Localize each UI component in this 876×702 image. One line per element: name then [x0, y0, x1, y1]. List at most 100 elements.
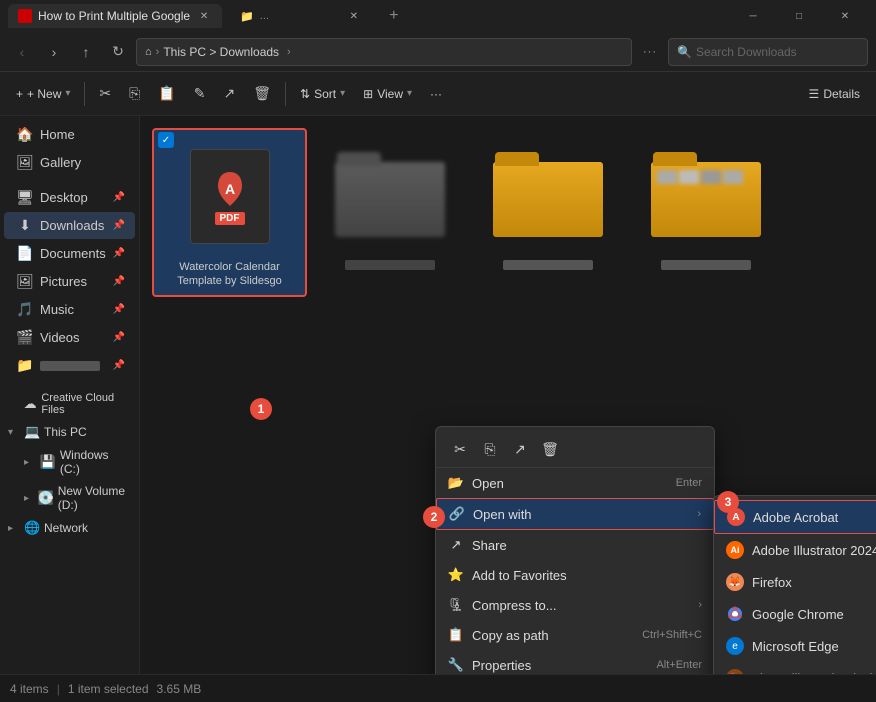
share-button[interactable]: ↗: [216, 78, 244, 110]
address-text: This PC > Downloads: [163, 45, 279, 59]
cm-add-favorites[interactable]: ⭐ Add to Favorites: [436, 560, 714, 590]
adobe-illustrator-icon: Ai: [726, 541, 744, 559]
delete-button[interactable]: 🗑: [245, 78, 279, 110]
sidebar-item-music[interactable]: 🎵 Music 📌: [4, 296, 135, 323]
cm-properties-icon: 🔧: [448, 657, 464, 673]
search-bar[interactable]: 🔍 Search Downloads: [668, 38, 868, 66]
refresh-button[interactable]: ↻: [104, 38, 132, 66]
tab-2-close[interactable]: ✕: [346, 8, 362, 24]
sidebar-item-this-pc[interactable]: ▾ 💻 This PC: [0, 420, 139, 444]
cm-properties[interactable]: 🔧 Properties Alt+Enter: [436, 650, 714, 674]
cm-properties-label: Properties: [472, 658, 531, 673]
cut-button[interactable]: ✂: [91, 78, 119, 110]
address-expand: ›: [287, 46, 291, 58]
tab-1-close[interactable]: ✕: [196, 8, 212, 24]
submenu-adobe-illustrator-label: Adobe Illustrator 2024: [752, 543, 876, 558]
nav-bar: ‹ › ↑ ↻ ⌂ › This PC > Downloads › ··· 🔍 …: [0, 32, 876, 72]
content-area: ✓ A PDF Watercolor Calendar Template by …: [140, 116, 876, 674]
cm-open[interactable]: 📂 Open Enter: [436, 468, 714, 498]
file-item-folder-1[interactable]: [315, 128, 465, 297]
up-button[interactable]: ↑: [72, 38, 100, 66]
creative-cloud-icon: ☁: [23, 396, 37, 412]
badge-2: 2: [423, 506, 445, 528]
file-item-folder-3[interactable]: [631, 128, 781, 297]
cm-copy-path-label: Copy as path: [472, 628, 549, 643]
nav-more-button[interactable]: ···: [636, 38, 664, 66]
maximize-button[interactable]: □: [776, 0, 822, 32]
main-layout: 🏠 Home 🖼 Gallery 🖥 Desktop 📌 ⬇ Downloads…: [0, 116, 876, 674]
sidebar-item-downloads[interactable]: ⬇ Downloads 📌: [4, 212, 135, 239]
sidebar-item-windows-c[interactable]: ▸ 💾 Windows (C:): [0, 444, 139, 480]
pdf-file-name: Watercolor Calendar Template by Slidesgo: [160, 260, 299, 289]
sidebar-item-pictures[interactable]: 🖼 Pictures 📌: [4, 268, 135, 295]
minimize-button[interactable]: ─: [730, 0, 776, 32]
folder-3-icon-container: [646, 134, 766, 254]
cm-open-with-icon: 🔗: [449, 506, 465, 522]
sidebar-item-blurred[interactable]: 📁 📌: [4, 352, 135, 379]
tab-2[interactable]: 📁 ... ✕: [230, 4, 372, 28]
address-bar[interactable]: ⌂ › This PC > Downloads ›: [136, 38, 632, 66]
cm-copy-path[interactable]: 📋 Copy as path Ctrl+Shift+C: [436, 620, 714, 650]
network-icon: 🌐: [24, 520, 40, 536]
sidebar-spacer-1: [0, 177, 139, 183]
sidebar-item-gallery[interactable]: 🖼 Gallery: [4, 149, 135, 176]
cm-copy-button[interactable]: ⎘: [476, 435, 504, 463]
sidebar-item-documents[interactable]: 📄 Documents 📌: [4, 240, 135, 267]
submenu-firefox[interactable]: 🦊 Firefox: [714, 566, 876, 598]
sidebar-network-label: Network: [44, 521, 88, 535]
toolbar: + + New ▾ ✂ ⎘ 📋 ✎ ↗ 🗑 ⇅ Sort ▾ ⊞ View ▾ …: [0, 72, 876, 116]
sidebar-creative-cloud-label: Creative Cloud Files: [41, 392, 131, 416]
downloads-icon: ⬇: [16, 217, 34, 234]
rename-button[interactable]: ✎: [186, 78, 214, 110]
sidebar-item-new-volume[interactable]: ▸ 💽 New Volume (D:): [0, 480, 139, 516]
cm-share[interactable]: ↗ Share: [436, 530, 714, 560]
file-item-pdf[interactable]: ✓ A PDF Watercolor Calendar Template by …: [152, 128, 307, 297]
desktop-pin: 📌: [113, 192, 125, 203]
submenu-edge-label: Microsoft Edge: [752, 639, 839, 654]
cm-compress-arrow: ›: [698, 599, 702, 611]
back-button[interactable]: ‹: [8, 38, 36, 66]
forward-button[interactable]: ›: [40, 38, 68, 66]
submenu-edge[interactable]: e Microsoft Edge: [714, 630, 876, 662]
tab-1[interactable]: How to Print Multiple Google ✕: [8, 4, 222, 28]
sort-button[interactable]: ⇅ Sort ▾: [292, 78, 353, 110]
submenu-calibre-ebook[interactable]: 📚 The calibre e-book viewer: [714, 662, 876, 674]
submenu-adobe-illustrator[interactable]: Ai Adobe Illustrator 2024: [714, 534, 876, 566]
sidebar-item-videos[interactable]: 🎬 Videos 📌: [4, 324, 135, 351]
this-pc-icon: 💻: [24, 424, 40, 440]
submenu-chrome[interactable]: Google Chrome: [714, 598, 876, 630]
context-menu: ✂ ⎘ ↗ 🗑 📂 Open Enter 🔗 Open with › A Ado…: [435, 426, 715, 674]
cm-compress-icon: 🗜: [448, 597, 464, 613]
sidebar-item-creative-cloud[interactable]: ☁ Creative Cloud Files: [0, 388, 139, 420]
documents-icon: 📄: [16, 245, 34, 262]
tab-icon: [18, 9, 32, 23]
sidebar: 🏠 Home 🖼 Gallery 🖥 Desktop 📌 ⬇ Downloads…: [0, 116, 140, 674]
cm-favorites-icon: ⭐: [448, 567, 464, 583]
sidebar-item-network[interactable]: ▸ 🌐 Network: [0, 516, 139, 540]
selected-count: 1 item selected: [68, 682, 149, 696]
cm-open-icon: 📂: [448, 475, 464, 491]
badge-1: 1: [250, 398, 272, 420]
new-volume-icon: 💽: [38, 490, 54, 506]
copy-button[interactable]: ⎘: [121, 78, 148, 110]
folder-3-name: [661, 260, 751, 270]
details-button[interactable]: ☰ Details: [801, 78, 868, 110]
cm-open-with[interactable]: 🔗 Open with › A Adobe Acrobat Ai Adobe I…: [436, 498, 714, 530]
close-button[interactable]: ✕: [822, 0, 868, 32]
cm-delete-button[interactable]: 🗑: [536, 435, 564, 463]
cm-compress[interactable]: 🗜 Compress to... ›: [436, 590, 714, 620]
calibre-ebook-icon: 📚: [726, 669, 744, 674]
more-options-button[interactable]: ···: [422, 78, 450, 110]
cm-cut-button[interactable]: ✂: [446, 435, 474, 463]
sidebar-item-desktop[interactable]: 🖥 Desktop 📌: [4, 184, 135, 211]
view-button[interactable]: ⊞ View ▾: [355, 78, 420, 110]
tab-2-label: ...: [260, 10, 340, 22]
cm-share-button[interactable]: ↗: [506, 435, 534, 463]
sidebar-item-home[interactable]: 🏠 Home: [4, 121, 135, 148]
home-icon: 🏠: [16, 126, 34, 143]
new-button[interactable]: + + New ▾: [8, 78, 78, 110]
paste-button[interactable]: 📋: [150, 78, 183, 110]
cm-open-shortcut: Enter: [676, 477, 702, 489]
file-item-folder-2[interactable]: [473, 128, 623, 297]
new-tab-button[interactable]: +: [384, 6, 404, 26]
